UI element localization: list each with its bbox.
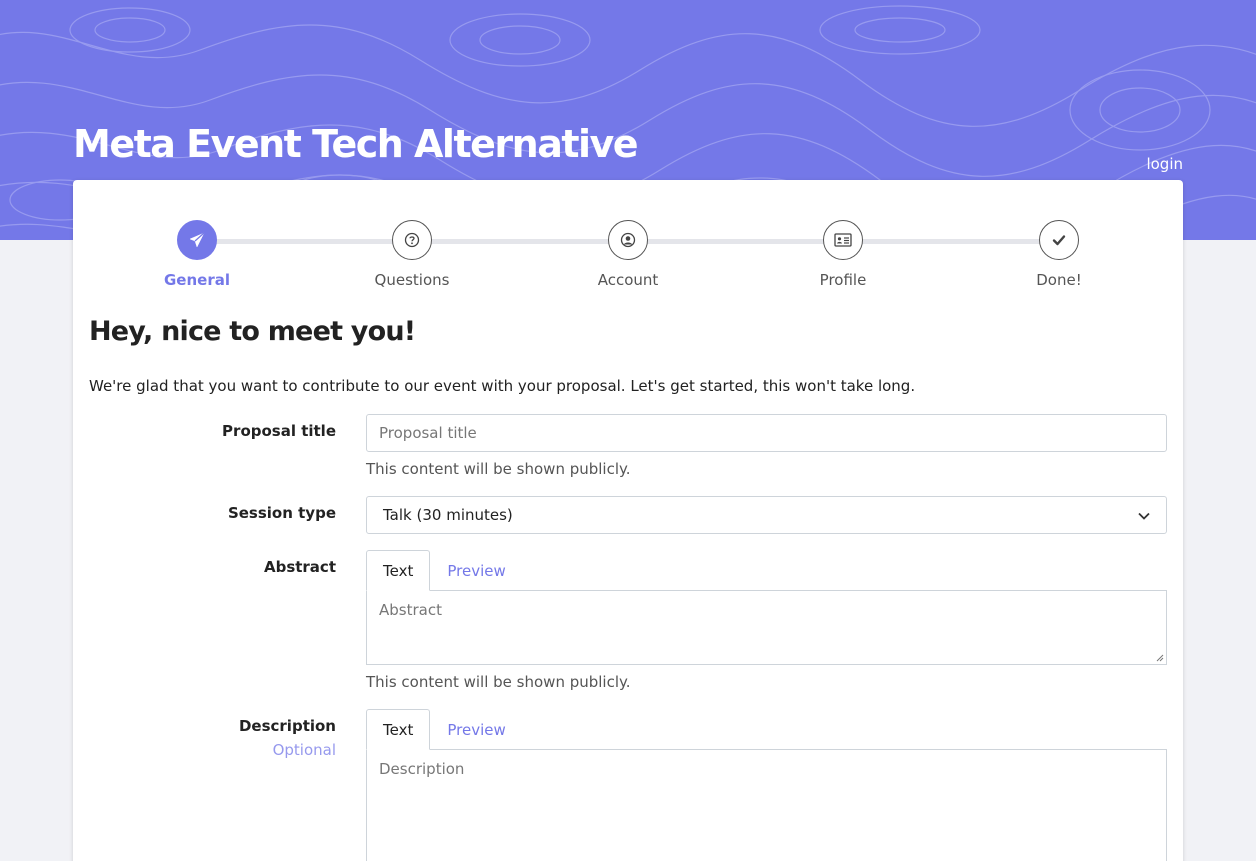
abstract-group: Text Preview Abstract This content will … [366,550,1167,691]
step-label: Profile [819,271,867,289]
resize-handle-icon[interactable] [1154,652,1164,662]
tab-preview[interactable]: Preview [430,709,522,749]
question-circle-icon [392,220,432,260]
session-type-select[interactable]: Talk (30 minutes) [366,496,1167,534]
tab-preview[interactable]: Preview [430,550,522,590]
description-tabs: Text Preview [366,709,1167,750]
check-icon [1039,220,1079,260]
step-label: General [164,271,230,289]
description-group: Text Preview Description [366,709,1167,861]
step-label: Account [597,271,659,289]
proposal-card: General Questions Account Profile Done! [73,180,1183,861]
optional-badge: Optional [272,741,336,759]
step-done: Done! [989,220,1129,289]
description-textarea[interactable]: Description [366,750,1167,861]
step-label: Done! [1036,271,1082,289]
session-type-label: Session type [73,504,336,522]
step-account: Account [558,220,698,289]
step-general: General [127,220,267,289]
description-label: Description Optional [73,717,336,759]
label-text: Session type [227,504,336,522]
abstract-textarea[interactable]: Abstract [366,591,1167,665]
chevron-down-icon [1138,506,1150,524]
selected-value: Talk (30 minutes) [383,506,513,524]
tab-text[interactable]: Text [366,709,431,750]
abstract-tabs: Text Preview [366,550,1167,591]
tab-text[interactable]: Text [366,550,431,591]
event-title: Meta Event Tech Alternative [73,122,639,166]
login-link[interactable]: login [1146,155,1183,173]
step-profile: Profile [773,220,913,289]
label-text: Proposal title [222,422,336,440]
placeholder-text: Description [379,760,465,778]
paper-plane-icon [177,220,217,260]
help-text: This content will be shown publicly. [366,460,631,478]
step-label: Questions [374,271,450,289]
id-card-icon [823,220,863,260]
placeholder-text: Abstract [379,601,442,619]
step-questions: Questions [342,220,482,289]
label-text: Abstract [263,558,336,576]
label-text: Description [238,717,336,735]
proposal-title-group: This content will be shown publicly. [366,414,1167,478]
user-circle-icon [608,220,648,260]
page-title: Hey, nice to meet you! [89,316,416,347]
intro-text: We're glad that you want to contribute t… [89,377,916,395]
proposal-title-input[interactable] [366,414,1167,452]
progress-stepper: General Questions Account Profile Done! [73,220,1183,290]
proposal-title-label: Proposal title [73,422,336,440]
help-text: This content will be shown publicly. [366,673,631,691]
abstract-label: Abstract [73,558,336,576]
session-type-group: Talk (30 minutes) [366,496,1167,534]
